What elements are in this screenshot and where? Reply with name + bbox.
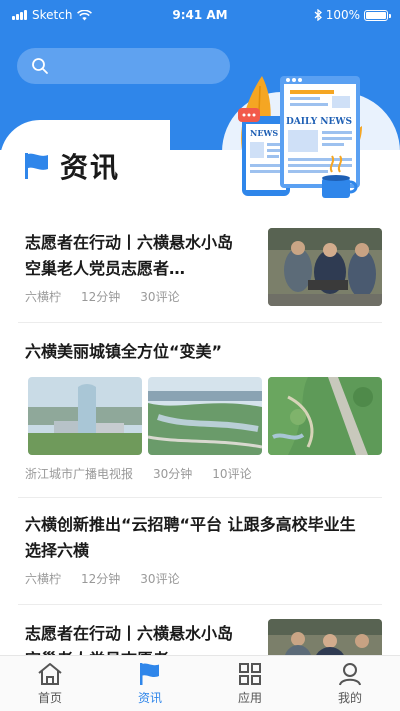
news-title-line-2: 空巢老人党员志愿者… (25, 259, 186, 278)
tab-news[interactable]: 资讯 (100, 656, 200, 711)
news-item-1[interactable]: 志愿者在行动丨六横悬水小岛 空巢老人党员志愿者… 六横柠 12分钟 30评论 (18, 214, 382, 323)
search-input[interactable] (17, 48, 230, 84)
news-thumbnail-2 (148, 377, 262, 455)
tab-apps[interactable]: 应用 (200, 656, 300, 711)
news-illustration: NEWS DAILY NEWS (238, 76, 362, 198)
news-item-2[interactable]: 六横美丽城镇全方位“变美” 浙江城市广播电视报 30分钟 10评论 (18, 323, 382, 498)
home-icon (38, 663, 62, 685)
bottom-tab-bar: 首页 资讯 应用 我的 (0, 655, 400, 711)
news-meta: 六横柠 12分钟 30评论 (25, 288, 180, 305)
flag-icon (25, 153, 48, 179)
battery-percent: 100% (325, 8, 360, 22)
search-icon (32, 58, 48, 74)
user-icon (339, 663, 361, 686)
news-title-line-1: 六横创新推出“云招聘“平台 让跟多高校毕业生 (25, 515, 356, 534)
news-time: 30分钟 (153, 467, 193, 481)
status-right: 100% (314, 8, 391, 22)
news-thumbnail-1 (28, 377, 142, 455)
news-title: 六横创新推出“云招聘“平台 让跟多高校毕业生 选择六横 (25, 512, 385, 564)
news-time: 12分钟 (81, 290, 121, 304)
battery-fill (366, 11, 386, 19)
news-label: NEWS (250, 128, 278, 138)
news-meta: 六横柠 12分钟 30评论 (25, 570, 180, 587)
news-title-line-2: 选择六横 (25, 541, 90, 560)
news-comments: 10评论 (212, 467, 252, 481)
news-thumbnail (268, 228, 382, 306)
news-comments: 30评论 (140, 572, 180, 586)
tab-label: 资讯 (137, 691, 162, 705)
tab-label: 应用 (237, 691, 262, 705)
section-title: 资讯 (60, 151, 121, 184)
flag-icon (140, 663, 159, 685)
battery-icon (364, 9, 391, 21)
tab-label: 首页 (37, 691, 62, 705)
news-thumbnail-3 (268, 377, 382, 455)
daily-news-label: DAILY NEWS (286, 117, 352, 127)
news-title-line-1: 志愿者在行动丨六横悬水小岛 (25, 233, 234, 252)
news-title: 志愿者在行动丨六横悬水小岛 空巢老人党员志愿者… (25, 230, 261, 282)
news-comments: 30评论 (140, 290, 180, 304)
tab-home[interactable]: 首页 (0, 656, 100, 711)
status-bar: Sketch 9:41 AM 100% (0, 0, 400, 30)
bluetooth-icon (314, 9, 322, 21)
section-header: 资讯 (24, 146, 120, 186)
news-item-3[interactable]: 六横创新推出“云招聘“平台 让跟多高校毕业生 选择六横 六横柠 12分钟 30评… (18, 498, 382, 605)
news-title: 六横美丽城镇全方位“变美” (25, 342, 223, 361)
news-time: 12分钟 (81, 572, 121, 586)
news-meta: 浙江城市广播电视报 30分钟 10评论 (25, 465, 252, 482)
news-title-line-1: 志愿者在行动丨六横悬水小岛 (25, 624, 234, 643)
grid-icon (239, 663, 261, 685)
news-source: 浙江城市广播电视报 (25, 467, 134, 481)
news-source: 六横柠 (25, 290, 62, 304)
tab-profile[interactable]: 我的 (300, 656, 400, 711)
tab-label: 我的 (337, 691, 362, 705)
news-source: 六横柠 (25, 572, 62, 586)
